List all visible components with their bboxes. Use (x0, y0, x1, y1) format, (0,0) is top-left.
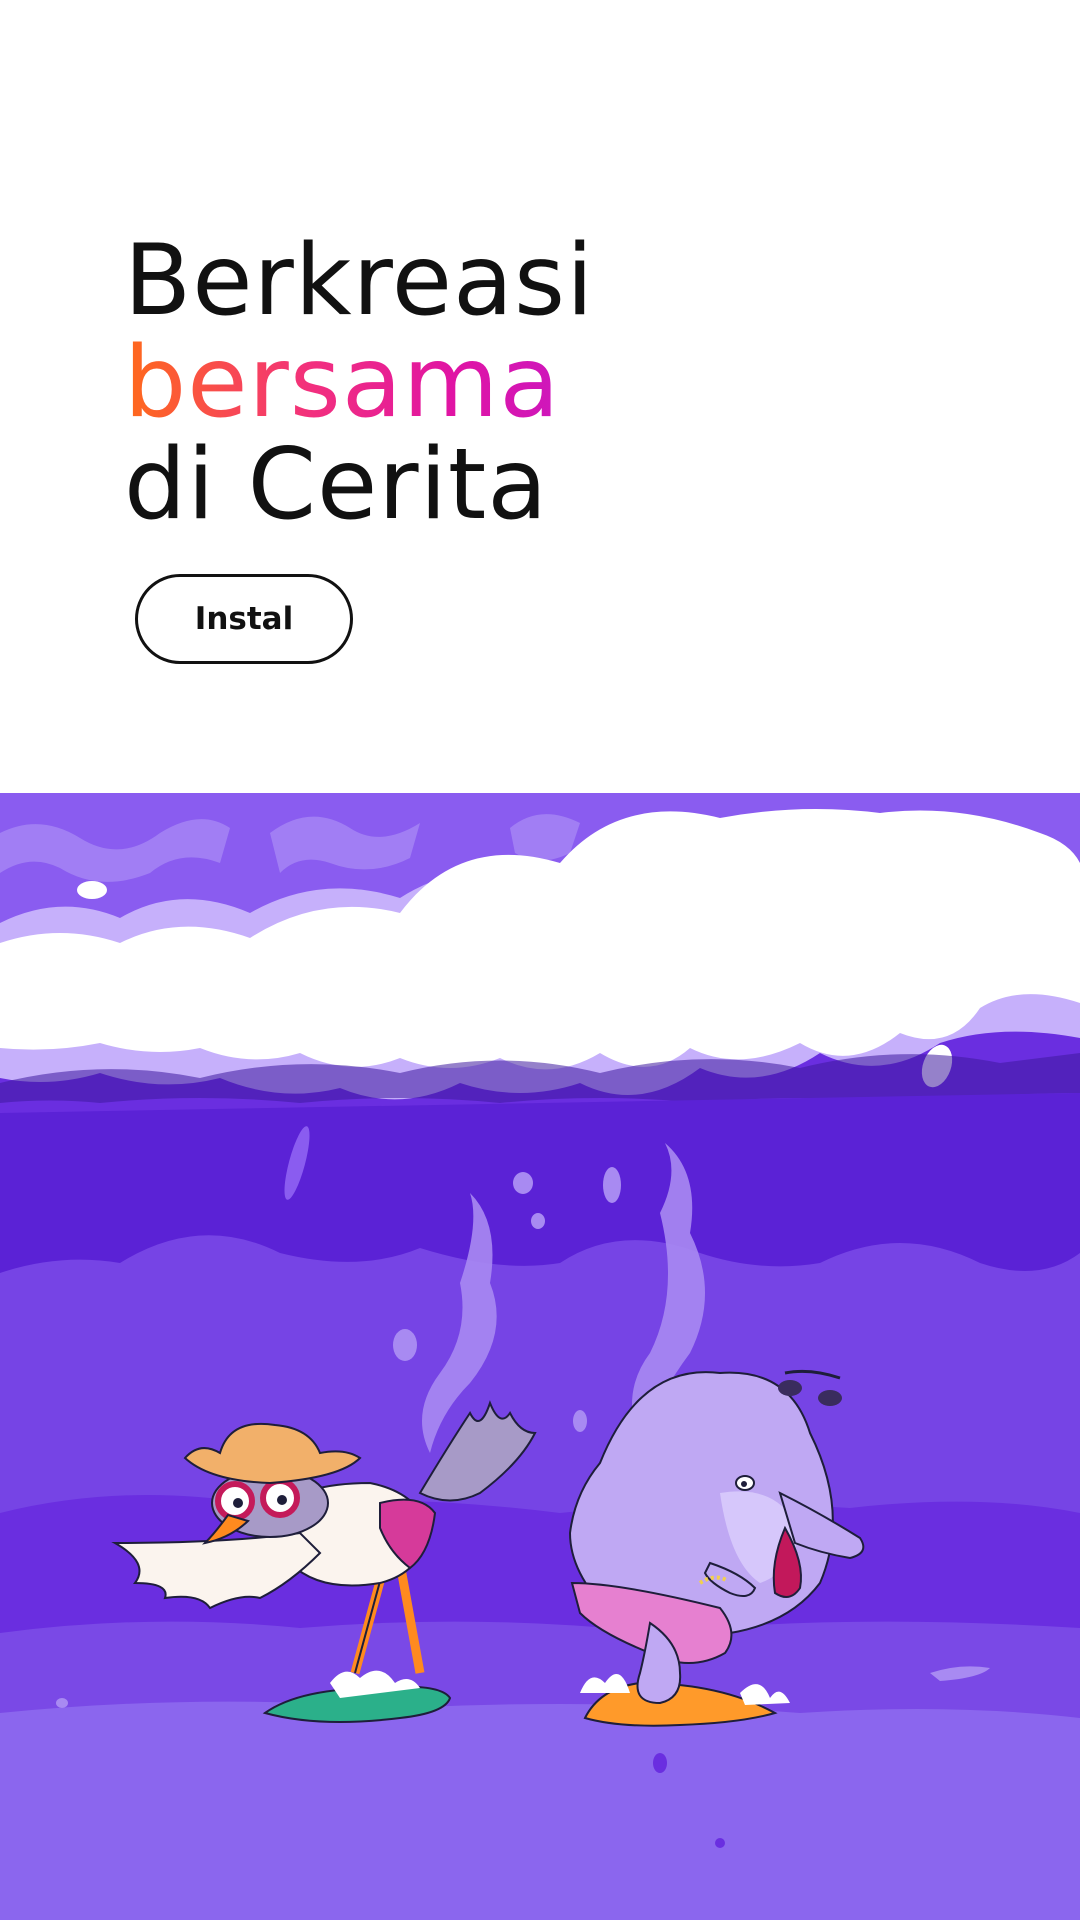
surfing-illustration (0, 793, 1080, 1920)
headline-line-3: di Cerita (124, 428, 549, 542)
headline-line-2-highlight: bersama (124, 332, 594, 434)
headline-line-1: Berkreasi (124, 224, 595, 338)
headline: Berkreasi bersama di Cerita (124, 230, 594, 536)
install-button[interactable]: Instal (135, 574, 353, 664)
